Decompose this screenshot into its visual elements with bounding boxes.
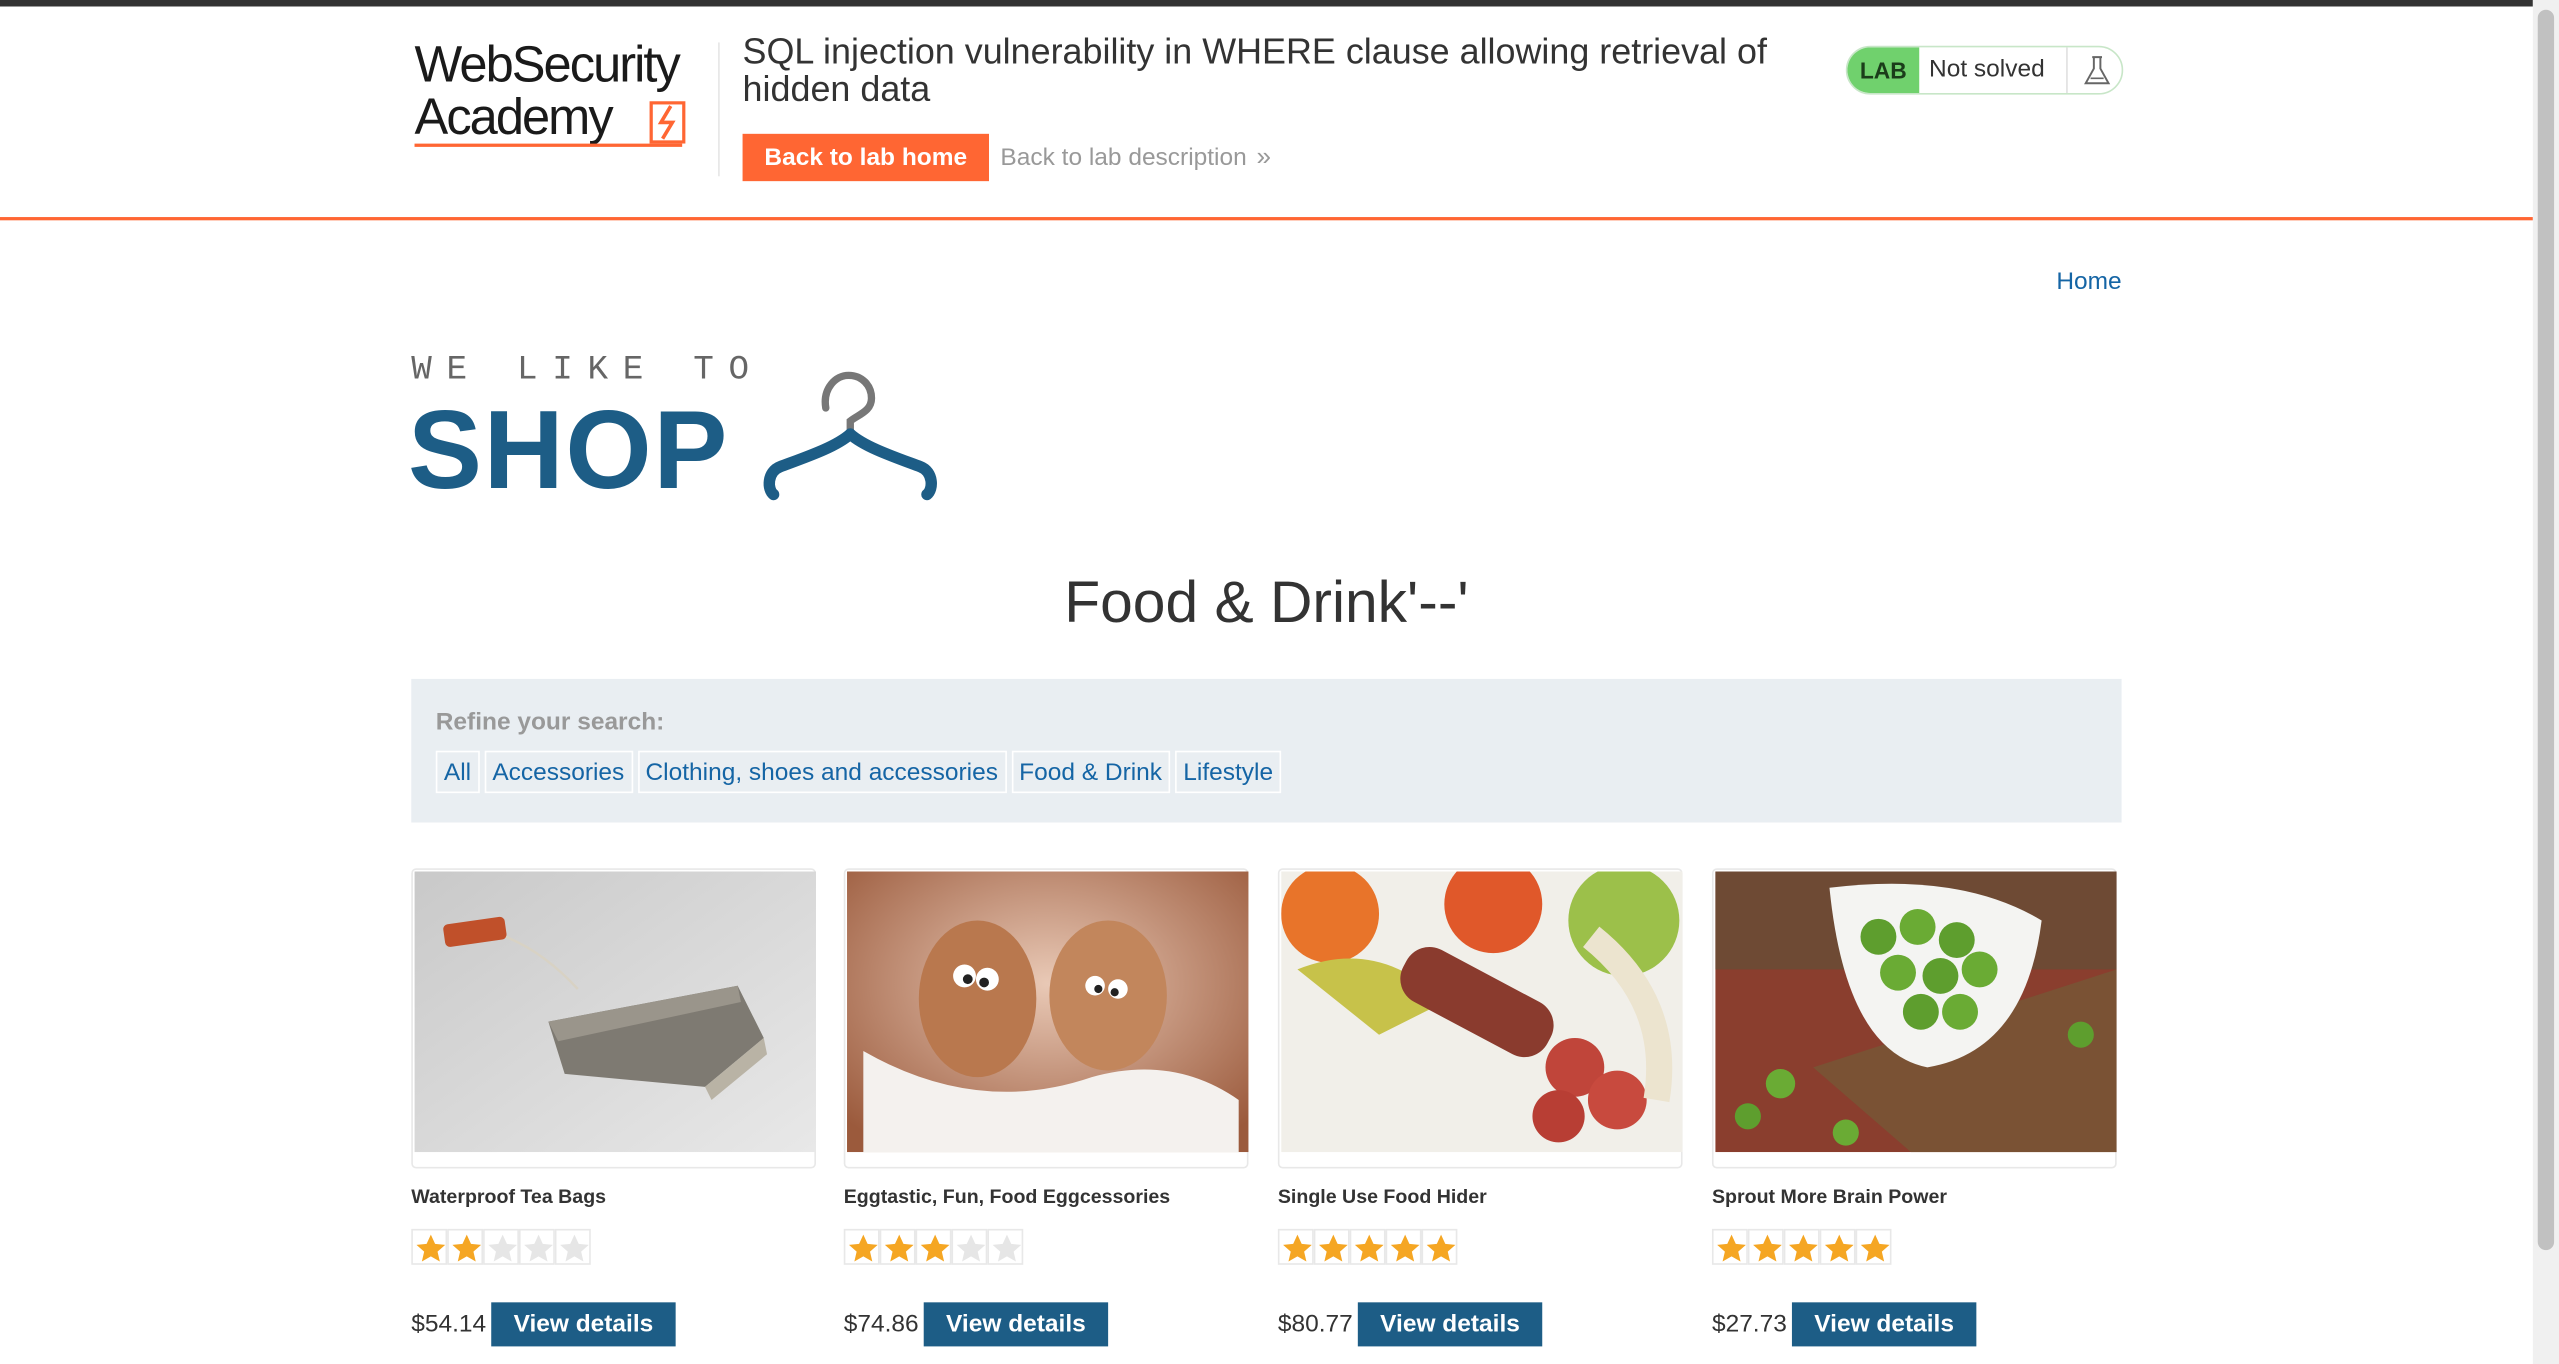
flask-icon: [2084, 56, 2111, 85]
page-heading: Food & Drink'--': [1064, 567, 1469, 635]
category-link-accessories[interactable]: Accessories: [484, 750, 633, 794]
star-filled-icon: [1349, 1228, 1386, 1265]
star-filled-icon: [843, 1228, 880, 1265]
lab-status-text: Not solved: [1929, 55, 2045, 84]
star-empty-icon: [951, 1228, 988, 1265]
logo-underline: [414, 143, 683, 147]
lab-header: WebSecurity Academy SQL injection vulner…: [0, 6, 2533, 216]
product-rating: [1711, 1228, 1892, 1265]
product-price: $54.14: [411, 1310, 487, 1339]
nav-home-link[interactable]: Home: [2056, 268, 2121, 296]
product-name: Single Use Food Hider: [1277, 1184, 1487, 1208]
star-empty-icon: [483, 1228, 519, 1265]
scrollbar-thumb[interactable]: [2537, 9, 2555, 1251]
product-rating: [843, 1228, 1024, 1265]
lab-badge: LAB: [1847, 47, 1920, 94]
product-price: $74.86: [843, 1310, 919, 1339]
back-to-lab-description-link[interactable]: Back to lab description »: [1000, 134, 1271, 181]
product-rating: [411, 1228, 591, 1265]
product-image-frame[interactable]: [1711, 868, 2117, 1169]
product-price: $80.77: [1277, 1310, 1353, 1339]
shop-logo-tagline: WE LIKE TO: [411, 352, 764, 391]
lightning-bolt-icon: [649, 101, 686, 144]
back-to-lab-description-label: Back to lab description: [1000, 143, 1247, 172]
product-card: Single Use Food Hider $80.77 View detail…: [1277, 868, 1683, 1364]
star-filled-icon: [411, 1228, 448, 1265]
shop-logo-word: SHOP: [408, 388, 730, 513]
product-price: $27.73: [1711, 1310, 1787, 1339]
star-filled-icon: [1385, 1228, 1422, 1265]
star-filled-icon: [1277, 1228, 1314, 1265]
clothes-hanger-icon: [763, 371, 937, 501]
star-filled-icon: [1855, 1228, 1892, 1265]
view-details-button[interactable]: View details: [491, 1302, 676, 1347]
filter-label: Refine your search:: [435, 708, 665, 737]
star-filled-icon: [1819, 1228, 1856, 1265]
lab-status-icon-box: [2066, 47, 2121, 94]
double-chevron-right-icon: »: [1256, 143, 1272, 172]
header-divider: [718, 42, 720, 177]
view-details-button[interactable]: View details: [923, 1302, 1109, 1347]
view-details-button[interactable]: View details: [1791, 1302, 1977, 1347]
lab-status-widget: LAB Not solved: [1845, 45, 2124, 95]
filter-panel: Refine your search: All Accessories Clot…: [411, 678, 2122, 823]
tea-bag-photo: [414, 871, 816, 1153]
product-name: Sprout More Brain Power: [1711, 1184, 1948, 1208]
star-filled-icon: [1313, 1228, 1350, 1265]
product-card: Waterproof Tea Bags $54.14 View details: [411, 868, 816, 1364]
product-name: Waterproof Tea Bags: [411, 1184, 607, 1208]
category-link-clothing[interactable]: Clothing, shoes and accessories: [637, 750, 1007, 794]
vertical-scrollbar[interactable]: [2532, 0, 2559, 1364]
star-filled-icon: [1783, 1228, 1820, 1265]
back-to-lab-home-button[interactable]: Back to lab home: [742, 133, 989, 182]
category-link-all[interactable]: All: [435, 750, 480, 794]
eggs-photo: [847, 871, 1249, 1153]
product-grid: Waterproof Tea Bags $54.14 View details: [411, 868, 2121, 1364]
product-rating: [1277, 1228, 1458, 1265]
lab-title: SQL injection vulnerability in WHERE cla…: [742, 31, 1767, 110]
star-filled-icon: [447, 1228, 484, 1265]
star-filled-icon: [1747, 1228, 1784, 1265]
product-image-frame[interactable]: [1277, 868, 1683, 1169]
star-filled-icon: [1421, 1228, 1458, 1265]
category-filter-list: All Accessories Clothing, shoes and acce…: [435, 750, 1282, 794]
view-details-button[interactable]: View details: [1357, 1302, 1543, 1347]
star-empty-icon: [554, 1228, 591, 1265]
food-hider-photo: [1281, 871, 1683, 1153]
product-card: Eggtastic, Fun, Food Eggcessories $74.86…: [843, 868, 1249, 1364]
star-filled-icon: [915, 1228, 952, 1265]
product-name: Eggtastic, Fun, Food Eggcessories: [843, 1184, 1171, 1208]
web-security-academy-logo[interactable]: WebSecurity Academy: [414, 35, 719, 153]
product-image-frame[interactable]: [843, 868, 1249, 1169]
header-accent-rule: [0, 217, 2533, 221]
product-card: Sprout More Brain Power $27.73 View deta…: [1711, 868, 2117, 1364]
star-empty-icon: [518, 1228, 555, 1265]
product-image-frame[interactable]: [411, 868, 816, 1169]
star-filled-icon: [1711, 1228, 1748, 1265]
shop-logo: WE LIKE TO SHOP: [408, 352, 950, 509]
star-filled-icon: [879, 1228, 916, 1265]
star-empty-icon: [987, 1228, 1024, 1265]
category-link-lifestyle[interactable]: Lifestyle: [1175, 750, 1282, 794]
logo-text-line1: WebSecurity: [414, 35, 681, 94]
category-link-food-drink[interactable]: Food & Drink: [1011, 750, 1171, 794]
sprouts-photo: [1715, 871, 2117, 1153]
